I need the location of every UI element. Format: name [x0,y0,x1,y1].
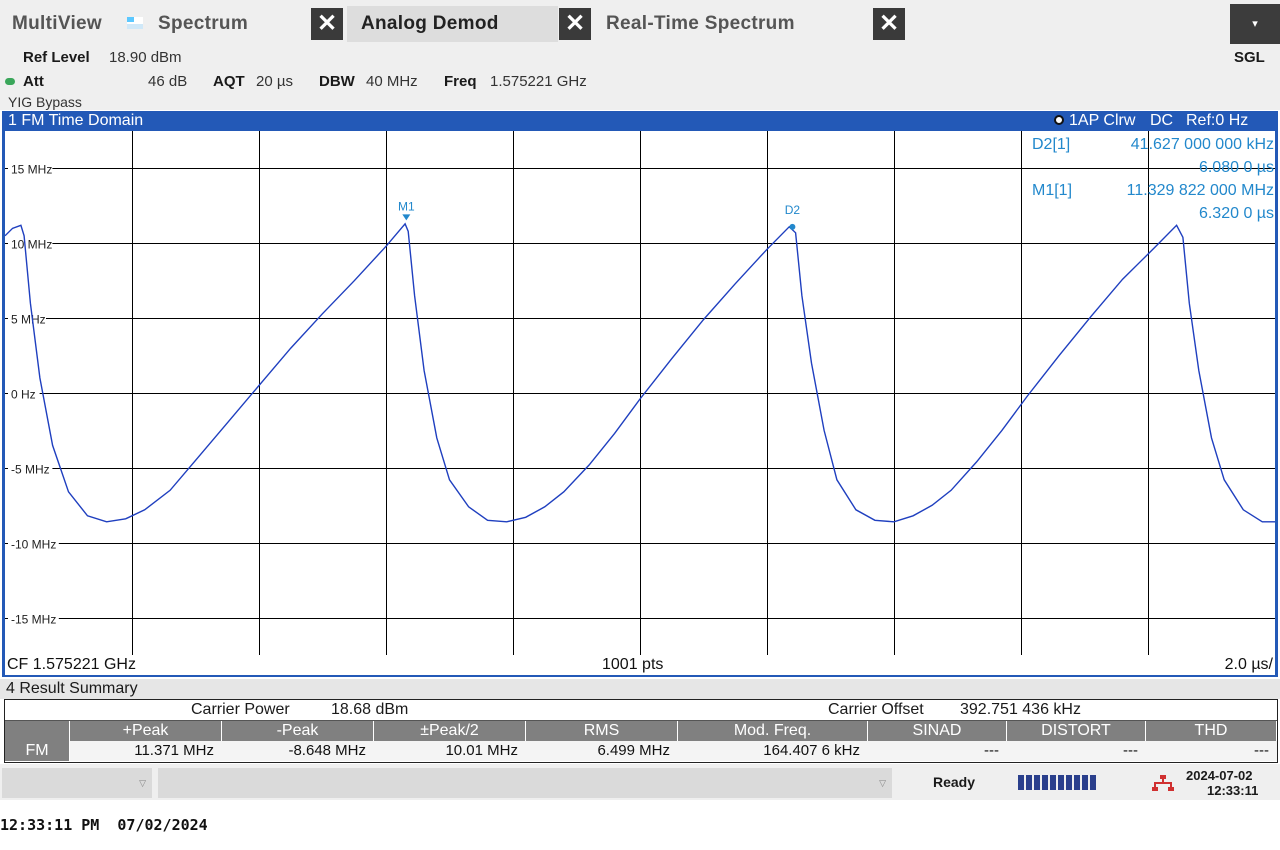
trace-mode-info: 1AP Clrw [1069,112,1136,129]
status-time: 12:33:11 [1207,783,1259,798]
y-tick-label: -5 MHz [11,463,50,477]
status-led-icon [5,78,15,85]
tab-multiview[interactable]: MultiView [12,6,102,42]
dbw-label: DBW [319,73,355,90]
y-tick-label: 5 MHz [11,313,46,327]
m1-marker-icon [402,214,411,221]
tab-bar: MultiView Spectrum ✕ Analog Demod ✕ Real… [0,0,1280,48]
status-message-combo[interactable]: ▽ [158,768,892,798]
m1-marker-label: M1 [398,199,415,213]
carrier-offset-value: 392.751 436 kHz [960,701,1081,718]
column-header: DISTORT [1007,721,1146,741]
minus-peak-value: -8.648 MHz [288,742,366,759]
trace-indicator-icon [1054,115,1064,125]
aqt-value: 20 µs [256,73,293,90]
y-tick-label: 15 MHz [11,163,52,177]
fm-row-label: FM [5,741,70,761]
chevron-down-icon: ▾ [1252,18,1258,30]
center-frequency-label: CF 1.575221 GHz [7,656,136,673]
status-date: 2024-07-02 [1186,768,1253,783]
ref-level-label: Ref Level [23,49,90,66]
aqt-label: AQT [213,73,245,90]
ref-level-value: 18.90 dBm [109,49,182,66]
column-header: -Peak [222,721,374,741]
tab-realtime-spectrum[interactable]: Real-Time Spectrum [606,6,795,42]
m1-marker-time: 6.320 0 µs [1198,205,1274,222]
y-tick-label: 0 Hz [11,388,36,402]
mod-freq-value: 164.407 6 kHz [763,742,860,759]
points-label: 1001 pts [602,656,664,673]
progress-bar [1018,775,1096,790]
m1-marker-value: 11.329 822 000 MHz [1126,182,1274,199]
d2-marker-label: D2[1] [1032,136,1071,153]
column-header: ±Peak/2 [374,721,526,741]
dropdown-arrow-icon: ▽ [879,778,886,788]
distort-value: --- [1123,742,1138,759]
result-summary-title-bar: 4 Result Summary [0,679,1280,699]
plus-peak-value: 11.371 MHz [134,742,214,759]
column-header: +Peak [70,721,222,741]
freq-value: 1.575221 GHz [490,73,587,90]
column-header: THD [1146,721,1277,741]
status-bar: ▽ ▽ Ready 2024-07-02 12:33:11 [0,764,1280,800]
result-header-row: +Peak -Peak ±Peak/2 RMS Mod. Freq. SINAD… [5,721,1277,741]
d2-marker-time: 6.080 0 µs [1198,159,1274,176]
sgl-label: SGL [1234,49,1265,66]
half-peak-value: 10.01 MHz [445,742,518,759]
close-spectrum-tab-icon[interactable]: ✕ [311,8,343,40]
column-header: SINAD [868,721,1007,741]
os-timestamp: 12:33:11 PM 07/02/2024 [0,816,208,834]
result-summary-table: Carrier Power 18.68 dBm Carrier Offset 3… [4,699,1278,763]
diagram-title: 1 FM Time Domain [8,112,144,129]
close-realtime-tab-icon[interactable]: ✕ [873,8,905,40]
rms-value: 6.499 MHz [597,742,670,759]
measurement-settings-panel: Ref Level 18.90 dBm SGL Att 46 dB AQT 20… [0,48,1280,110]
reference-info: Ref:0 Hz [1186,112,1249,129]
coupling-info: DC [1150,112,1174,129]
yig-bypass-label: YIG Bypass [8,94,82,110]
dropdown-arrow-icon: ▽ [139,778,146,788]
sweep-mode-dropdown[interactable]: ▾ [1230,4,1280,44]
tab-analog-demod[interactable]: Analog Demod [347,6,558,42]
y-tick-label: 10 MHz [11,238,52,252]
time-per-division-label: 2.0 µs/ [1224,656,1273,673]
d2-marker-value: 41.627 000 000 kHz [1130,136,1274,153]
m1-marker-label: M1[1] [1032,182,1073,199]
row-label-header [5,721,70,741]
carrier-power-value: 18.68 dBm [331,701,409,718]
carrier-power-label: Carrier Power [191,701,290,718]
d2-marker-icon [789,223,796,230]
dbw-value: 40 MHz [366,73,418,90]
column-header: Mod. Freq. [678,721,868,741]
att-label: Att [23,73,44,90]
network-icon [1152,775,1174,791]
column-header: RMS [526,721,678,741]
att-value: 46 dB [148,73,188,90]
freq-label: Freq [444,73,477,90]
d2-marker-label: D2 [785,203,801,217]
thd-value: --- [1254,742,1269,759]
sinad-value: --- [984,742,999,759]
y-tick-label: -15 MHz [11,613,56,627]
diagram-header: 1 FM Time Domain 1AP Clrw DC Ref:0 Hz [2,111,1278,131]
spectrum-icon [127,17,143,29]
result-summary-title: 4 Result Summary [6,680,138,697]
marker-readout-panel: D2[1] 41.627 000 000 kHz 6.080 0 µs M1[1… [1030,134,1276,226]
tab-spectrum[interactable]: Spectrum [158,6,248,42]
status-combo-left[interactable]: ▽ [2,768,152,798]
ready-status: Ready [933,774,976,790]
close-analog-demod-tab-icon[interactable]: ✕ [559,8,591,40]
y-tick-label: -10 MHz [11,538,56,552]
result-values-row: FM 11.371 MHz -8.648 MHz 10.01 MHz 6.499… [5,741,1277,761]
carrier-offset-label: Carrier Offset [828,701,924,718]
diagram-footer: CF 1.575221 GHz 1001 pts 2.0 µs/ [5,655,1275,675]
carrier-row: Carrier Power 18.68 dBm Carrier Offset 3… [5,700,1277,721]
